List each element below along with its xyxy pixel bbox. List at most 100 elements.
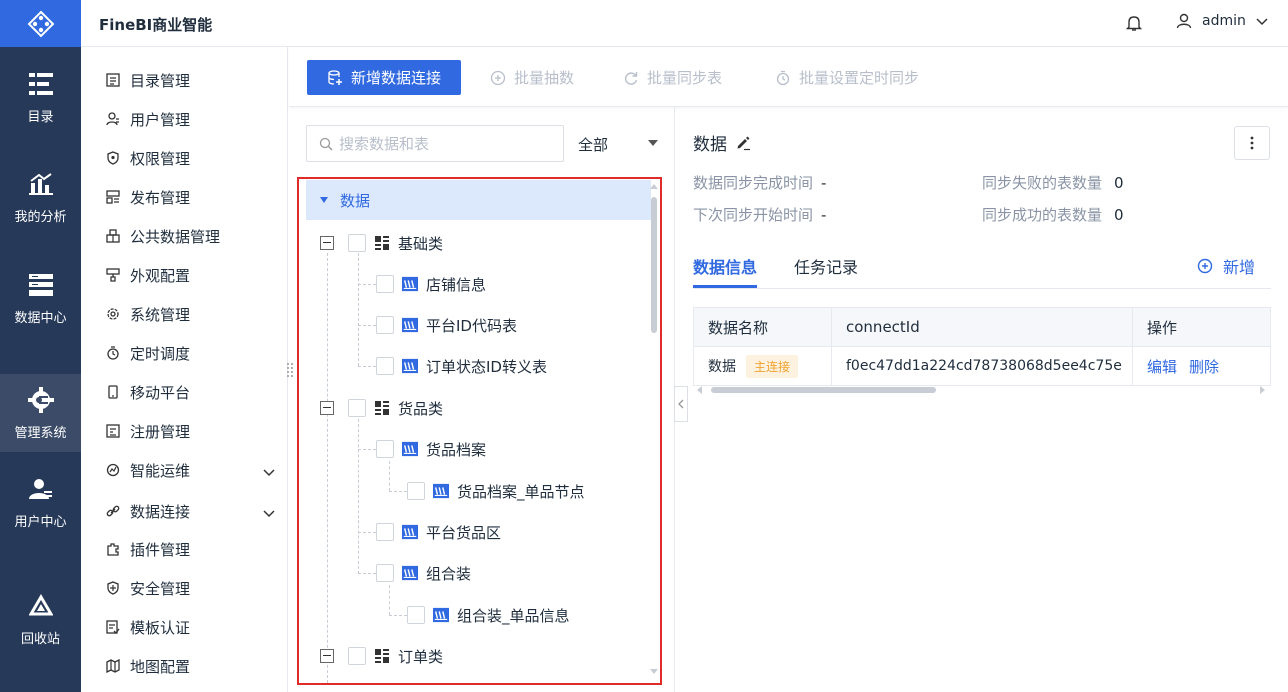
- menu-label: 发布管理: [130, 188, 191, 207]
- more-vertical-icon: [1250, 136, 1254, 150]
- checkbox[interactable]: [407, 482, 425, 500]
- checkbox[interactable]: [348, 399, 366, 417]
- rail-item-management[interactable]: 管理系统: [0, 374, 81, 452]
- tree-scrollbar[interactable]: [651, 197, 657, 333]
- menu-item-ops[interactable]: 智能运维: [105, 457, 275, 483]
- menu-label: 智能运维: [130, 461, 191, 480]
- chevron-left-icon: [678, 399, 684, 409]
- tree-leaf[interactable]: 组合装_单品信息: [407, 603, 570, 627]
- scroll-right-icon[interactable]: [1260, 386, 1265, 394]
- menu-item-security[interactable]: 安全管理: [105, 575, 275, 601]
- bell-icon[interactable]: [1125, 14, 1143, 32]
- tree-leaf[interactable]: 货品档案_单品节点: [407, 479, 585, 503]
- fail-count-value: 0: [1114, 174, 1124, 192]
- menu-item-template-auth[interactable]: 模板认证: [105, 614, 275, 640]
- scroll-left-icon[interactable]: [697, 386, 702, 394]
- tab-data-info[interactable]: 数据信息: [693, 254, 757, 278]
- resize-handle[interactable]: [286, 362, 294, 378]
- tree-leaf[interactable]: 组合装: [376, 561, 471, 585]
- checkbox[interactable]: [348, 647, 366, 665]
- checkbox[interactable]: [348, 234, 366, 252]
- search-input[interactable]: [339, 134, 549, 153]
- rail-item-analysis[interactable]: 我的分析: [0, 158, 81, 236]
- ops-icon: [105, 462, 121, 478]
- menu-item-schedule[interactable]: 定时调度: [105, 340, 275, 366]
- top-bar: FineBI商业智能 admin: [81, 0, 1288, 47]
- table-h-scrollbar[interactable]: [711, 387, 936, 393]
- batch-schedule-button[interactable]: 批量设置定时同步: [775, 67, 919, 88]
- logo-icon[interactable]: [0, 0, 81, 47]
- menu-item-data-connection[interactable]: 数据连接: [105, 498, 275, 524]
- tree-leaf[interactable]: 订单状态ID转义表: [376, 354, 547, 378]
- delete-link[interactable]: 删除: [1189, 356, 1219, 377]
- batch-extract-button[interactable]: 批量抽数: [490, 67, 574, 88]
- menu-label: 数据连接: [130, 502, 191, 521]
- batch-sync-button[interactable]: 批量同步表: [623, 67, 722, 88]
- menu-item-permissions[interactable]: 权限管理: [105, 145, 275, 171]
- menu-item-appearance[interactable]: 外观配置: [105, 262, 275, 288]
- admin-menu: 目录管理 用户管理 权限管理 发布管理 公共数据管理 外观配置 系统管理 定时调…: [81, 47, 288, 692]
- cell-connect-id: f0ec47dd1a224cd78738068d5ee4c75e: [832, 347, 1133, 385]
- menu-item-plugins[interactable]: 插件管理: [105, 536, 275, 562]
- table-icon: [433, 483, 449, 499]
- security-icon: [105, 580, 121, 596]
- tab-task-records[interactable]: 任务记录: [794, 254, 858, 278]
- left-rail: 目录 我的分析 数据中心 管理系统 用户中心 回收站: [0, 0, 81, 692]
- rail-item-catalog[interactable]: 目录: [0, 58, 81, 136]
- add-button[interactable]: 新增: [1197, 254, 1255, 278]
- more-button[interactable]: [1234, 126, 1270, 160]
- checkbox[interactable]: [376, 440, 394, 458]
- menu-item-users[interactable]: 用户管理: [105, 106, 275, 132]
- edit-icon[interactable]: [735, 135, 751, 151]
- rail-item-user-center[interactable]: 用户中心: [0, 463, 81, 541]
- next-sync-label: 下次同步开始时间: [693, 206, 814, 224]
- tree-leaf[interactable]: 店铺信息: [376, 272, 486, 296]
- menu-item-mobile[interactable]: 移动平台: [105, 379, 275, 405]
- user-menu[interactable]: admin: [1176, 13, 1268, 29]
- checkbox[interactable]: [376, 275, 394, 293]
- scroll-down-icon[interactable]: [650, 669, 658, 674]
- gear-icon: [27, 386, 55, 414]
- sync-done-info: 数据同步完成时间 -: [693, 172, 826, 193]
- edit-link[interactable]: 编辑: [1147, 356, 1177, 377]
- menu-item-system[interactable]: 系统管理: [105, 301, 275, 327]
- collapse-icon[interactable]: [320, 236, 334, 250]
- app-title: FineBI商业智能: [99, 16, 213, 34]
- menu-item-map[interactable]: 地图配置: [105, 653, 275, 679]
- tree-node-label: 平台ID代码表: [426, 316, 517, 335]
- tree-group[interactable]: 订单类: [320, 644, 443, 668]
- search-icon: [319, 137, 333, 151]
- recycle-icon: [27, 592, 55, 620]
- tree-group[interactable]: 基础类: [320, 231, 443, 255]
- collapse-panel-button[interactable]: [674, 386, 688, 422]
- menu-item-catalog[interactable]: 目录管理: [105, 67, 275, 93]
- checkbox[interactable]: [376, 316, 394, 334]
- rail-item-data-center[interactable]: 数据中心: [0, 259, 81, 337]
- checkbox[interactable]: [376, 564, 394, 582]
- tree-node-label: 货品档案_单品节点: [457, 482, 585, 501]
- checkbox[interactable]: [376, 357, 394, 375]
- menu-item-publish[interactable]: 发布管理: [105, 184, 275, 210]
- collapse-icon[interactable]: [320, 649, 334, 663]
- toolbar: 新增数据连接 批量抽数 批量同步表 批量设置定时同步: [289, 47, 1288, 107]
- success-count-label: 同步成功的表数量: [982, 206, 1103, 224]
- menu-item-register[interactable]: 注册管理: [105, 418, 275, 444]
- mobile-icon: [105, 384, 121, 400]
- rail-item-recycle[interactable]: 回收站: [0, 580, 81, 658]
- scroll-up-icon[interactable]: [650, 184, 658, 189]
- tree-node-label: 货品类: [398, 399, 444, 418]
- checkbox[interactable]: [407, 606, 425, 624]
- tree-leaf[interactable]: 货品档案: [376, 437, 486, 461]
- tree-leaf[interactable]: 平台货品区: [376, 520, 501, 544]
- table-icon: [402, 441, 418, 457]
- new-connection-button[interactable]: 新增数据连接: [307, 60, 461, 95]
- collapse-icon[interactable]: [320, 401, 334, 415]
- tree-root[interactable]: 数据: [306, 180, 651, 220]
- filter-select[interactable]: 全部: [578, 134, 658, 154]
- tree-leaf[interactable]: 平台ID代码表: [376, 313, 517, 337]
- active-tab-indicator: [693, 285, 757, 288]
- menu-item-public-data[interactable]: 公共数据管理: [105, 223, 275, 249]
- tree-group[interactable]: 货品类: [320, 396, 443, 420]
- checkbox[interactable]: [376, 523, 394, 541]
- table-icon: [402, 317, 418, 333]
